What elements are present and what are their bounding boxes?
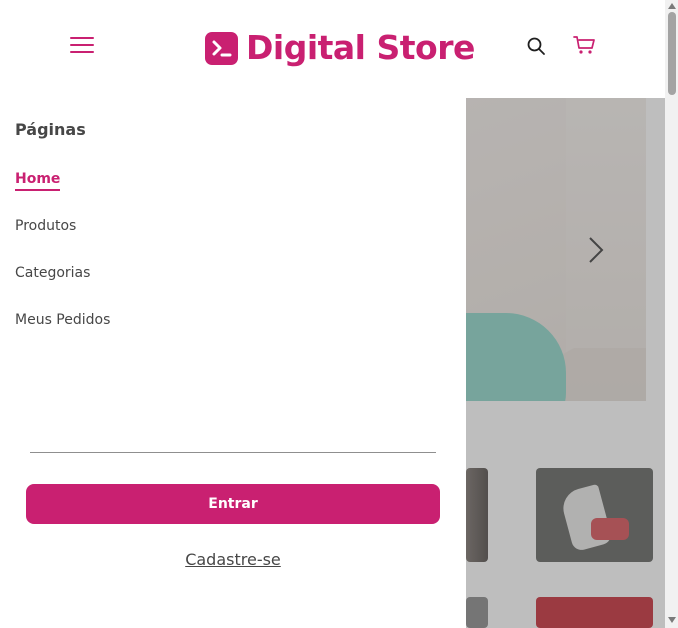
navigation-drawer: Páginas Home Produtos Categorias Meus Pe… [0, 98, 466, 628]
nav-item-categorias[interactable]: Categorias [15, 265, 90, 281]
scroll-up-arrow-icon[interactable] [668, 3, 676, 9]
nav-item-meus-pedidos[interactable]: Meus Pedidos [15, 312, 110, 328]
vertical-scrollbar[interactable] [665, 0, 678, 628]
login-button[interactable]: Entrar [26, 484, 440, 524]
nav-item-produtos[interactable]: Produtos [15, 218, 76, 234]
cart-icon[interactable] [573, 34, 597, 56]
brand-name: Digital Store [246, 28, 475, 67]
scroll-down-arrow-icon[interactable] [668, 617, 676, 623]
scrollbar-thumb[interactable] [668, 12, 676, 95]
brand-logo[interactable]: Digital Store [205, 28, 475, 68]
site-header: Digital Store [0, 0, 665, 98]
logo-terminal-icon [205, 31, 238, 65]
drawer-title: Páginas [15, 120, 86, 139]
menu-icon[interactable] [68, 34, 98, 58]
search-icon[interactable] [526, 36, 546, 56]
nav-item-home[interactable]: Home [15, 171, 61, 191]
signup-link[interactable]: Cadastre-se [0, 550, 466, 569]
divider [30, 452, 436, 453]
modal-backdrop[interactable] [466, 98, 665, 628]
